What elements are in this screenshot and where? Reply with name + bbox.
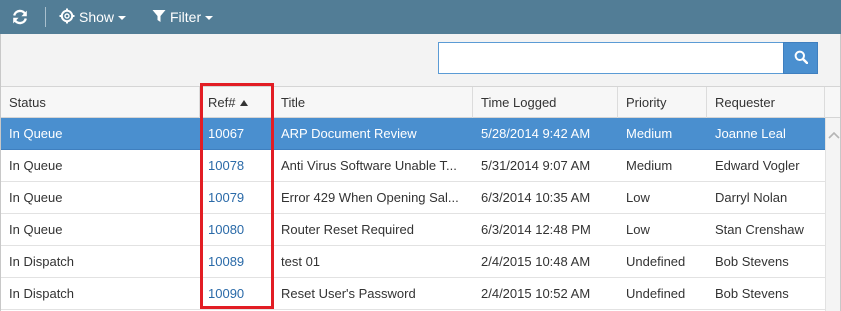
cell-requester: Bob Stevens [715,286,789,301]
cell-title: test 01 [281,254,321,269]
cell-ref-link[interactable]: 10067 [200,118,273,149]
cell-title: Router Reset Required [281,222,414,237]
table-row[interactable]: In Queue 10079 Error 429 When Opening Sa… [1,182,825,214]
column-header-title[interactable]: Title [273,87,473,118]
column-header-ref[interactable]: Ref# [200,87,273,118]
column-label: Time Logged [481,95,557,110]
cell-requester: Stan Crenshaw [715,222,804,237]
column-label: Status [9,95,46,110]
column-header-priority[interactable]: Priority [618,87,707,118]
search-button[interactable] [783,42,818,74]
table-row[interactable]: In Queue 10078 Anti Virus Software Unabl… [1,150,825,182]
cell-time-logged: 2/4/2015 10:48 AM [481,254,591,269]
cell-ref-link[interactable]: 10080 [200,214,273,245]
search-icon [794,50,808,67]
cell-status: In Queue [9,158,63,173]
column-header-requester[interactable]: Requester [707,87,825,118]
cell-priority: Medium [626,158,673,173]
cell-status: In Queue [9,126,63,141]
chevron-down-icon [205,16,214,20]
cell-ref-link[interactable]: 10089 [200,246,273,277]
cell-time-logged: 6/3/2014 12:48 PM [481,222,591,237]
toolbar-divider [45,7,46,27]
gear-icon [59,8,79,27]
cell-title: Reset User's Password [281,286,416,301]
column-label: Requester [715,95,775,110]
column-header-status[interactable]: Status [1,87,200,118]
cell-requester: Edward Vogler [715,158,800,173]
column-label: Title [281,95,306,110]
cell-priority: Low [626,190,650,205]
cell-status: In Queue [9,222,63,237]
filter-menu-button[interactable]: Filter [152,0,214,34]
column-label: Ref# [208,95,236,110]
table-row[interactable]: In Dispatch 10089 test 01 2/4/2015 10:48… [1,246,825,278]
cell-priority: Medium [626,126,673,141]
cell-time-logged: 2/4/2015 10:52 AM [481,286,591,301]
cell-ref-link[interactable]: 10090 [200,278,273,309]
cell-status: In Dispatch [9,254,75,269]
header-scroll-spacer [825,87,840,118]
filter-icon [152,9,170,26]
cell-status: In Dispatch [9,286,75,301]
cell-requester: Darryl Nolan [715,190,788,205]
cell-title: Error 429 When Opening Sal... [281,190,459,205]
cell-requester: Joanne Leal [715,126,786,141]
toolbar: Show Filter [0,0,841,34]
search-bar [1,34,840,86]
table-row[interactable]: In Dispatch 10090 Reset User's Password … [1,278,825,310]
show-menu-button[interactable]: Show [59,0,127,34]
table-row[interactable]: In Queue 10080 Router Reset Required 6/3… [1,214,825,246]
cell-ref-link[interactable]: 10079 [200,182,273,213]
cell-time-logged: 6/3/2014 10:35 AM [481,190,591,205]
cell-ref-link[interactable]: 10078 [200,150,273,181]
cell-time-logged: 5/28/2014 9:42 AM [481,126,591,141]
sort-ascending-icon [240,99,249,106]
cell-priority: Undefined [626,254,686,269]
cell-priority: Undefined [626,286,686,301]
search-input[interactable] [438,42,784,74]
cell-requester: Bob Stevens [715,254,789,269]
cell-status: In Queue [9,190,63,205]
column-header-time-logged[interactable]: Time Logged [473,87,618,118]
chevron-down-icon [118,16,127,20]
chevron-up-icon[interactable] [828,128,840,139]
ticket-panel: Status Ref# Title Time Logged Priority R… [0,34,841,311]
show-label: Show [79,9,115,25]
cell-title: ARP Document Review [281,126,417,141]
column-label: Priority [626,95,667,110]
grid-header: Status Ref# Title Time Logged Priority R… [1,86,840,118]
vertical-scrollbar[interactable] [825,118,840,311]
table-row[interactable]: In Queue 10067 ARP Document Review 5/28/… [1,118,825,150]
refresh-icon[interactable] [10,8,30,26]
cell-title: Anti Virus Software Unable T... [281,158,457,173]
filter-label: Filter [170,9,202,25]
cell-priority: Low [626,222,650,237]
cell-time-logged: 5/31/2014 9:07 AM [481,158,591,173]
